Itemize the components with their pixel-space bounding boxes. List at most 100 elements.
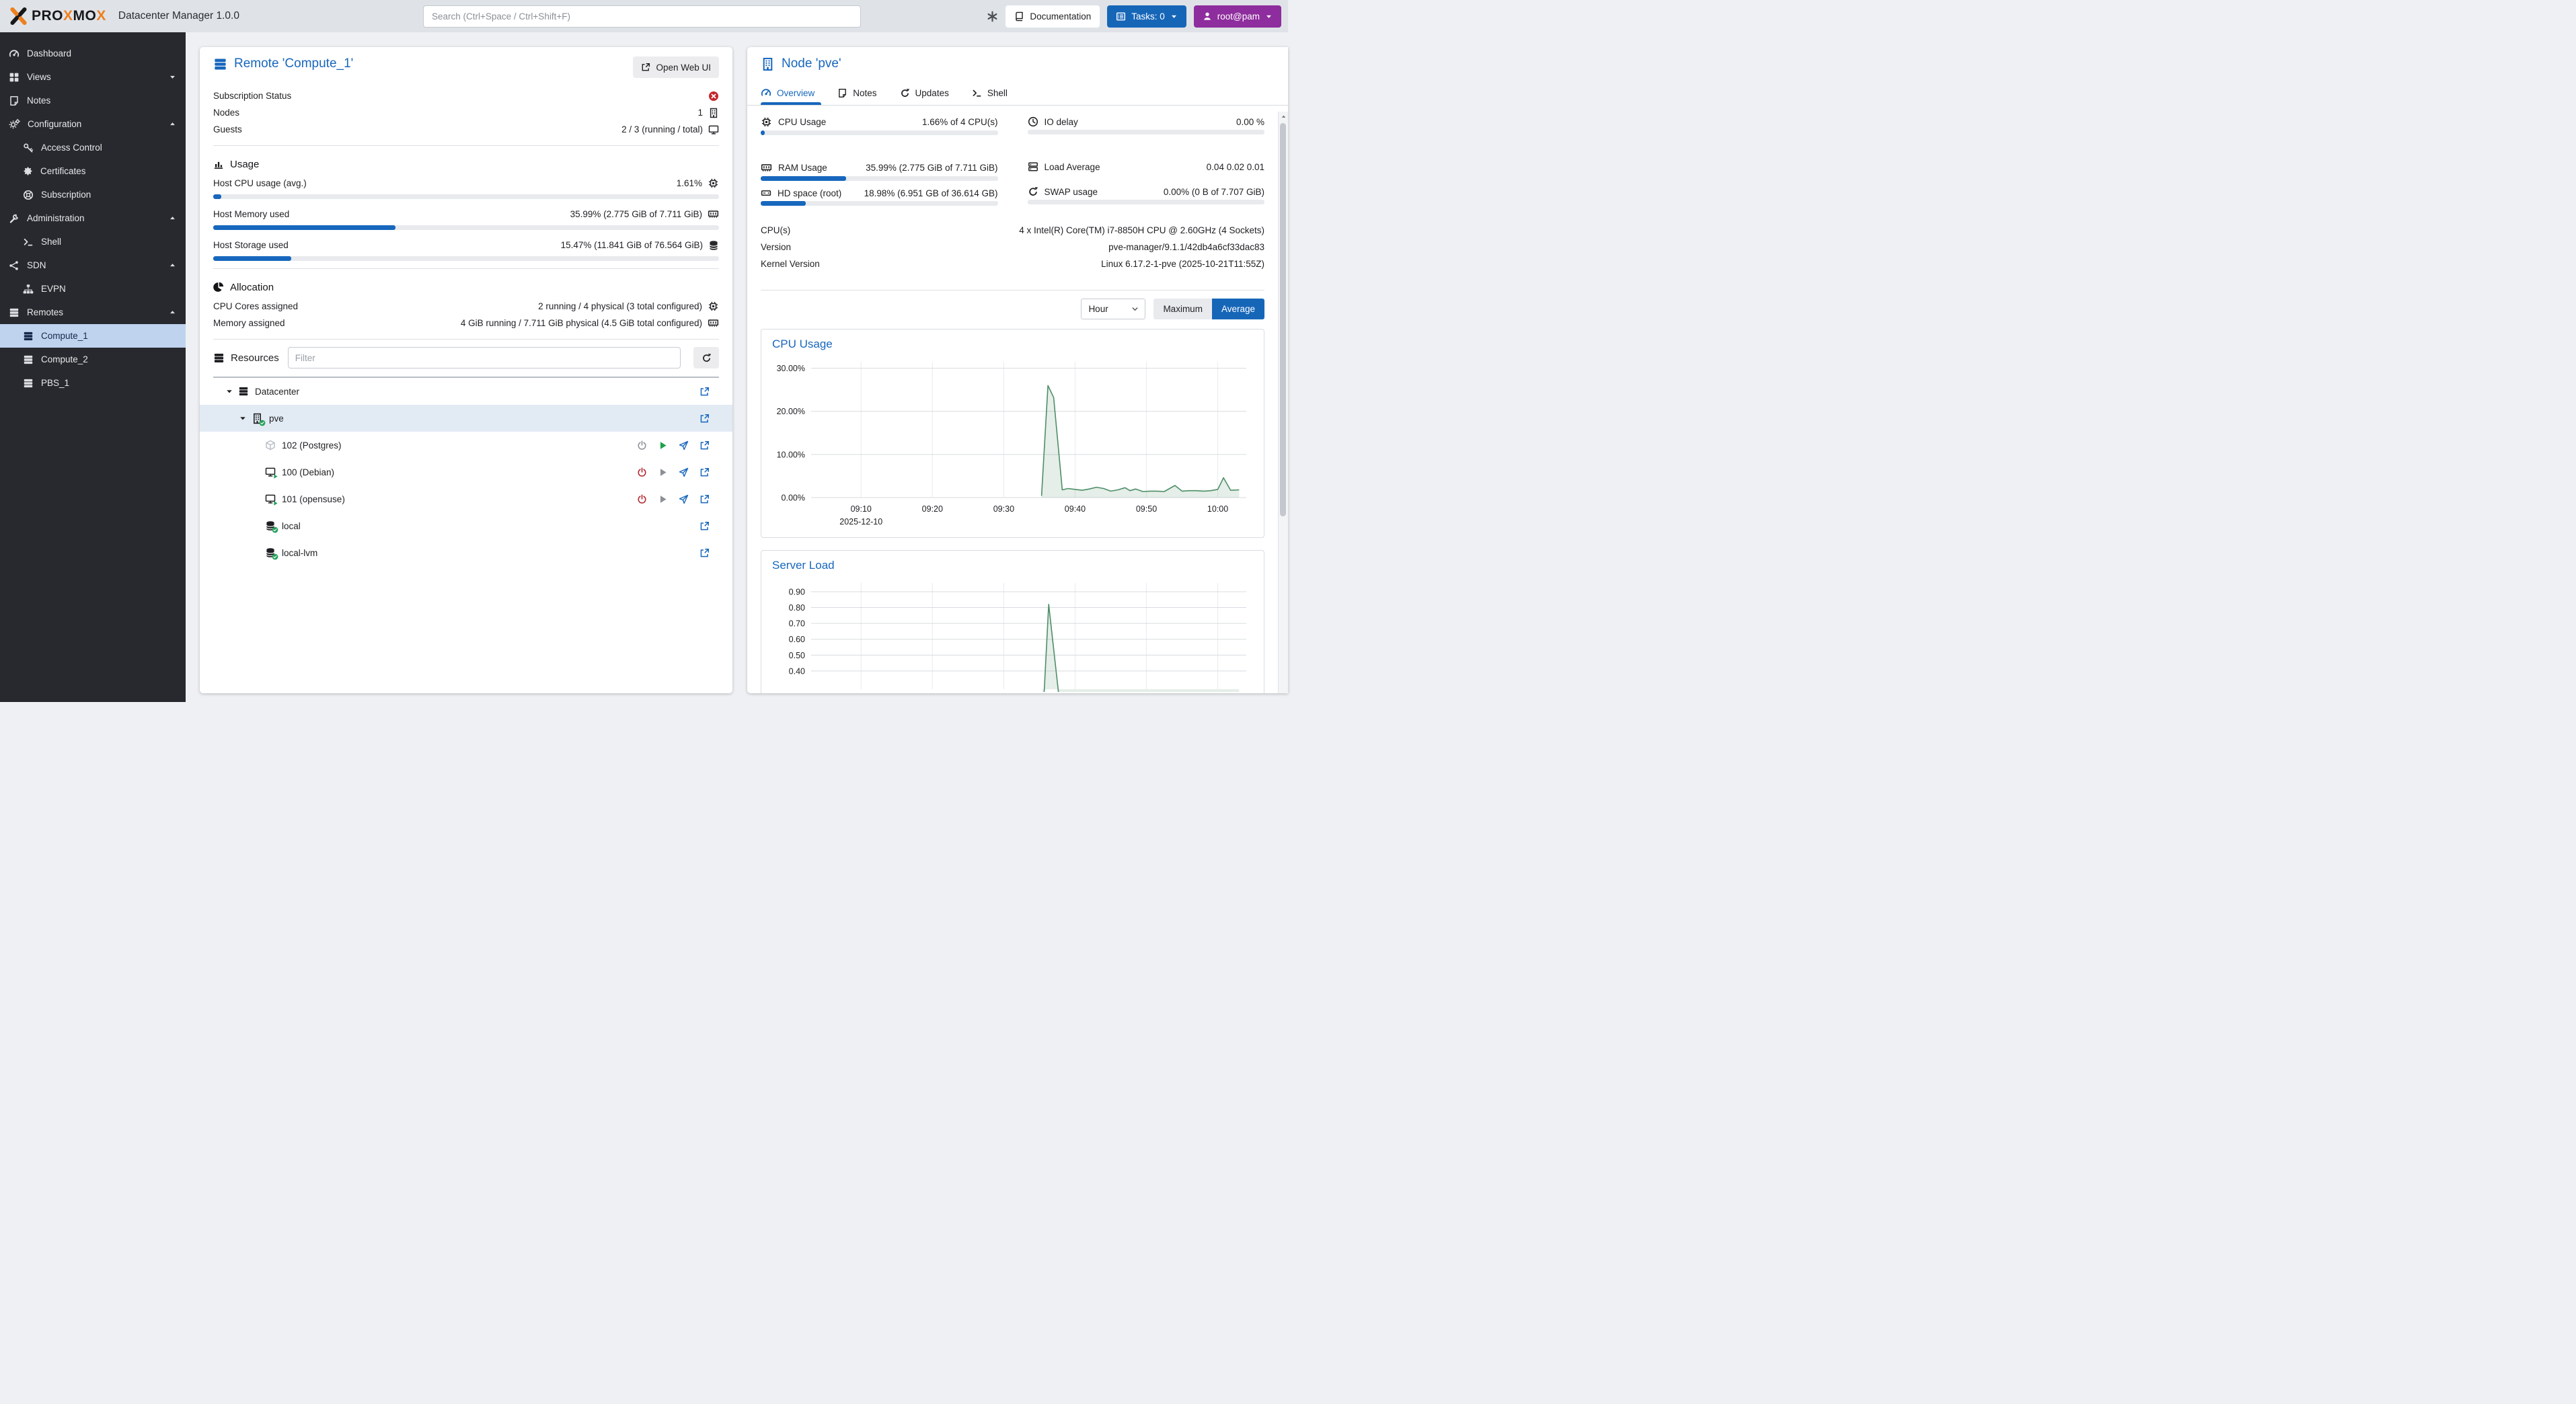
running-play-icon [272,500,278,506]
tree-row-101-opensuse[interactable]: 101 (opensuse) [200,485,732,512]
expander-caret-icon[interactable] [225,387,234,395]
power-button[interactable] [637,494,647,504]
svg-text:0.00%: 0.00% [782,494,805,503]
disks-icon [708,240,719,251]
container-cube-icon [265,440,276,451]
cpu-icon [708,178,719,189]
sidebar-item-evpn[interactable]: EVPN [0,277,186,301]
remote-panel-title: Remote 'Compute_1' [234,56,353,71]
cpu-usage-chart-box: CPU Usage 0.00%10.00%20.00%30.00%09:1020… [761,329,1264,538]
caret-down-icon [1265,13,1273,20]
gauge-icon [9,48,20,59]
host-cpu-usage-bar [213,194,719,199]
open-external-icon[interactable] [699,521,710,531]
version-info-row: Version pve-manager/9.1.1/42db4a6cf33dac… [761,239,1264,256]
cpu-icon [708,301,719,312]
svg-text:0.60: 0.60 [789,635,805,644]
open-external-icon[interactable] [699,440,710,451]
user-menu-button[interactable]: root@pam [1194,5,1281,28]
open-external-icon[interactable] [699,494,710,504]
expander-caret-icon[interactable] [238,414,248,422]
tab-shell[interactable]: Shell [972,81,1008,105]
top-bar: PROXMOX Datacenter Manager 1.0.0 Documen… [0,0,1288,32]
migrate-button[interactable] [679,440,689,451]
server-load-chart-box: Server Load 0.400.500.600.700.800.90 [761,550,1264,693]
grid-icon [9,72,20,83]
sidebar-item-administration[interactable]: Administration [0,206,186,230]
sidebar-item-views[interactable]: Views [0,65,186,89]
search-input[interactable] [423,5,861,28]
tree-row-100-debian[interactable]: 100 (Debian) [200,459,732,485]
svg-text:09:30: 09:30 [993,504,1014,514]
tree-row-local[interactable]: local [200,512,732,539]
resources-section-header: Resources [231,352,279,364]
tab-notes[interactable]: Notes [837,81,876,105]
cpu-usage-stat: CPU Usage 1.66% of 4 CPU(s) [761,116,998,135]
svg-text:09:40: 09:40 [1065,504,1086,514]
node-panel-scrollbar[interactable] [1278,112,1288,693]
open-external-icon[interactable] [699,387,710,397]
tab-updates[interactable]: Updates [900,81,949,105]
bar-chart-icon [213,159,224,169]
resources-filter-input[interactable] [288,347,681,368]
sidebar-item-configuration[interactable]: Configuration [0,112,186,136]
server-load-chart-title: Server Load [772,559,1253,572]
migrate-button[interactable] [679,494,689,504]
sidebar-item-notes[interactable]: Notes [0,89,186,112]
sidebar-item-compute-1[interactable]: Compute_1 [0,324,186,348]
resources-tree: Datacenter pve 102 (Postgres) [200,378,732,566]
scrollbar-thumb[interactable] [1280,123,1286,516]
sidebar-item-remotes[interactable]: Remotes [0,301,186,324]
memory-icon [708,317,719,329]
power-button[interactable] [637,440,647,451]
scroll-up-arrow[interactable] [1279,112,1288,122]
sidebar-item-compute-2[interactable]: Compute_2 [0,348,186,371]
sidebar-item-pbs-1[interactable]: PBS_1 [0,371,186,395]
sidebar-item-sdn[interactable]: SDN [0,254,186,277]
cpu-usage-chart: 0.00%10.00%20.00%30.00%09:102025-12-1009… [772,356,1253,532]
tree-row-datacenter[interactable]: Datacenter [200,378,732,405]
sidebar-item-dashboard[interactable]: Dashboard [0,42,186,65]
kernel-info-row: Kernel Version Linux 6.17.2-1-pve (2025-… [761,256,1264,272]
tasks-button[interactable]: Tasks: 0 [1107,5,1186,28]
servers-icon [23,331,34,342]
asterisk-icon[interactable] [987,11,998,22]
start-button[interactable] [658,467,668,477]
tree-row-local-lvm[interactable]: local-lvm [200,539,732,566]
svg-text:2025-12-10: 2025-12-10 [839,517,882,526]
server-load-chart: 0.400.500.600.700.800.90 [772,578,1253,693]
power-button[interactable] [637,467,647,477]
refresh-icon [702,353,712,363]
host-memory-row: Host Memory used 35.99% (2.775 GiB of 7.… [213,206,719,223]
open-external-icon[interactable] [699,414,710,424]
tree-row-pve[interactable]: pve [200,405,732,432]
start-button[interactable] [658,440,668,451]
tree-row-102-postgres[interactable]: 102 (Postgres) [200,432,732,459]
sidebar-item-subscription[interactable]: Subscription [0,183,186,206]
caret-up-icon [169,214,176,222]
migrate-button[interactable] [679,467,689,477]
proxmox-logo: PROXMOX [9,7,106,25]
sidebar-item-access-control[interactable]: Access Control [0,136,186,159]
sitemap-icon [23,284,34,295]
server-rows-icon [1028,161,1038,172]
svg-text:09:50: 09:50 [1136,504,1157,514]
user-icon [1203,11,1212,21]
start-button[interactable] [658,494,668,504]
memory-icon [708,208,719,220]
gauge-icon [761,87,771,98]
resources-refresh-button[interactable] [693,347,719,368]
time-range-select[interactable]: Hour [1081,299,1145,319]
svg-text:0.90: 0.90 [789,587,805,596]
open-external-icon[interactable] [699,548,710,558]
maximum-button[interactable]: Maximum [1153,299,1212,319]
sidebar-item-certificates[interactable]: Certificates [0,159,186,183]
sidebar-item-shell[interactable]: Shell [0,230,186,254]
usage-section-header: Usage [213,153,719,175]
open-external-icon[interactable] [699,467,710,477]
hd-space-stat: HD space (root) 18.98% (6.951 GB of 36.6… [761,188,998,206]
documentation-button[interactable]: Documentation [1006,5,1100,28]
average-button[interactable]: Average [1212,299,1264,319]
open-web-ui-button[interactable]: Open Web UI [633,56,719,78]
tab-overview[interactable]: Overview [761,81,815,105]
